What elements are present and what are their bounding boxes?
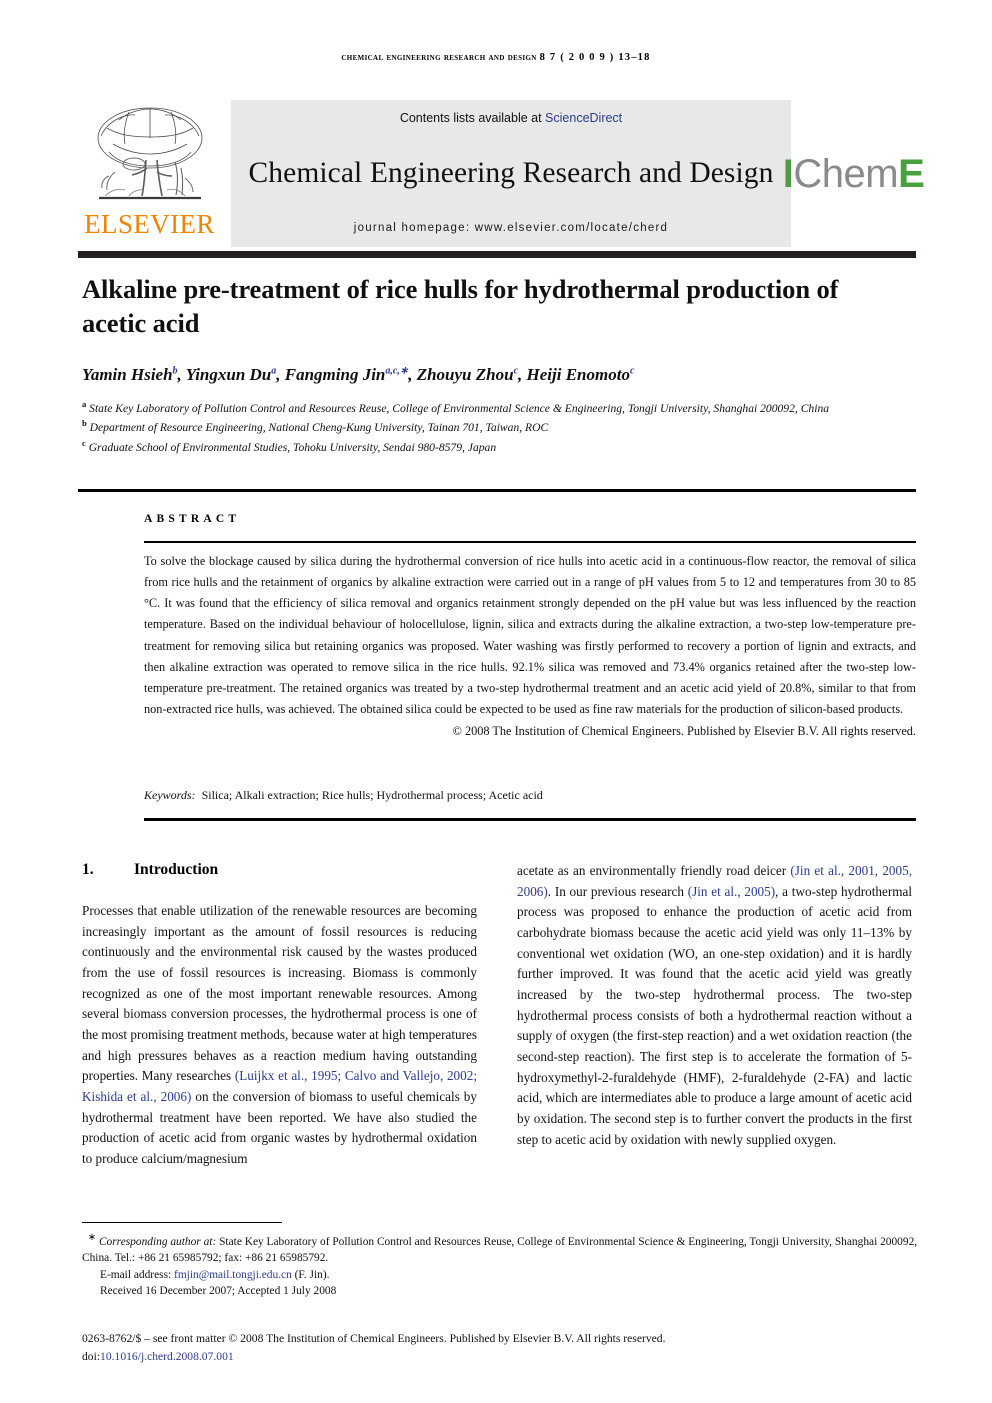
doi-prefix: doi:: [82, 1349, 101, 1363]
email-link[interactable]: fmjin@mail.tongji.edu.cn: [174, 1269, 292, 1281]
author-affil-mark: a,c,∗: [385, 365, 409, 377]
affiliation-text: Graduate School of Environmental Studies…: [88, 440, 497, 454]
author-name: Yamin Hsieh: [82, 365, 173, 384]
icheme-logo-i: I: [782, 151, 794, 196]
masthead-divider-rule: [78, 251, 916, 258]
affiliation-item: c Graduate School of Environmental Studi…: [82, 437, 902, 456]
citation-link[interactable]: (Jin et al., 2005): [688, 884, 775, 899]
affiliation-list: a State Key Laboratory of Pollution Cont…: [82, 398, 902, 456]
elsevier-logo[interactable]: ELSEVIER: [78, 100, 221, 247]
intro-paragraph-right: acetate as an environmentally friendly r…: [517, 861, 912, 1150]
author-item: Fangming Jina,c,∗,: [285, 365, 417, 384]
author-item: Zhouyu Zhouc,: [417, 365, 527, 384]
icheme-logo[interactable]: I Chem E: [783, 100, 925, 247]
article-page: Chemical Engineering Research and Design…: [0, 0, 992, 1403]
footnote-rule: [82, 1222, 282, 1223]
keywords: Keywords: Silica; Alkali extraction; Ric…: [144, 788, 916, 803]
author-separator: ,: [177, 365, 186, 384]
footnote-dates: Received 16 December 2007; Accepted 1 Ju…: [100, 1285, 337, 1298]
journal-masthead: ELSEVIER Contents lists available at Sci…: [78, 100, 925, 247]
author-separator: ,: [408, 365, 417, 384]
doi-link[interactable]: 10.1016/j.cherd.2008.07.001: [100, 1350, 234, 1363]
author-affil-mark: c: [629, 365, 635, 377]
abstract-label-rule: [144, 541, 916, 543]
abstract-top-rule: [78, 489, 916, 492]
icheme-logo-chem: Chem: [793, 151, 899, 196]
column-right: acetate as an environmentally friendly r…: [517, 861, 912, 1170]
intro-text-5: , a two-step hydrothermal process was pr…: [517, 883, 912, 1147]
author-separator: ,: [518, 365, 527, 384]
keywords-list: Silica; Alkali extraction; Rice hulls; H…: [201, 788, 543, 802]
issn-copyright-line: 0263-8762/$ – see front matter © 2008 Th…: [82, 1332, 666, 1345]
affiliation-mark: a: [82, 399, 87, 409]
footnote-block: ∗ Corresponding author at: State Key Lab…: [82, 1231, 920, 1300]
journal-header-box: Contents lists available at ScienceDirec…: [231, 100, 791, 247]
author-list: Yamin Hsiehb, Yingxun Dua, Fangming Jina…: [82, 365, 912, 385]
contents-available-line: Contents lists available at ScienceDirec…: [400, 111, 622, 125]
author-item: Yingxun Dua,: [186, 365, 285, 384]
affiliation-text: State Key Laboratory of Pollution Contro…: [89, 401, 830, 415]
body-columns: 1. Introduction Processes that enable ut…: [82, 861, 912, 1170]
doi-line: doi:10.1016/j.cherd.2008.07.001: [82, 1348, 920, 1366]
affiliation-item: a State Key Laboratory of Pollution Cont…: [82, 398, 902, 417]
running-head-volume: 8 7 ( 2 0 0 9 ) 13–18: [539, 52, 651, 63]
affiliation-text: Department of Resource Engineering, Nati…: [89, 421, 549, 435]
author-name: Heiji Enomoto: [526, 365, 630, 384]
column-left: 1. Introduction Processes that enable ut…: [82, 861, 477, 1170]
footnote-email: E-mail address: fmjin@mail.tongji.edu.cn…: [82, 1267, 920, 1284]
footer-issn-block: 0263-8762/$ – see front matter © 2008 Th…: [82, 1330, 920, 1366]
abstract-body: To solve the blockage caused by silica d…: [144, 551, 916, 742]
affiliation-mark: c: [82, 437, 86, 448]
elsevier-tree-icon: [97, 107, 202, 200]
intro-paragraph-left: Processes that enable utilization of the…: [82, 901, 477, 1170]
elsevier-wordmark: ELSEVIER: [84, 209, 215, 239]
running-head: Chemical Engineering Research and Design…: [0, 52, 992, 63]
email-suffix: (F. Jin).: [291, 1268, 330, 1281]
author-item: Heiji Enomotoc: [527, 365, 635, 384]
abstract-copyright: © 2008 The Institution of Chemical Engin…: [452, 724, 916, 739]
icheme-logo-e: E: [898, 151, 925, 196]
abstract-label: ABSTRACT: [144, 513, 241, 525]
author-separator: ,: [276, 365, 285, 384]
intro-text-3: acetate as an environmentally friendly r…: [517, 863, 791, 878]
email-label: E-mail address:: [100, 1268, 172, 1281]
contents-prefix: Contents lists available at: [399, 111, 546, 125]
section-heading-introduction: 1. Introduction: [82, 861, 477, 879]
sciencedirect-link[interactable]: ScienceDirect: [545, 111, 622, 125]
corresponding-author-star: ∗: [87, 1232, 97, 1243]
section-title: Introduction: [134, 861, 219, 878]
affiliation-mark: b: [82, 418, 87, 429]
affiliation-item: b Department of Resource Engineering, Na…: [82, 417, 902, 436]
author-item: Yamin Hsiehb,: [82, 365, 186, 384]
running-head-journal: Chemical Engineering Research and Design: [341, 52, 537, 63]
corresponding-author-label: Corresponding author at:: [98, 1235, 217, 1248]
footnote-corresponding-author: ∗ Corresponding author at: State Key Lab…: [82, 1231, 920, 1267]
author-name: Yingxun Du: [185, 365, 272, 384]
journal-title: Chemical Engineering Research and Design: [248, 157, 774, 189]
intro-text-1: Processes that enable utilization of the…: [82, 903, 477, 1084]
journal-homepage-link[interactable]: journal homepage: www.elsevier.com/locat…: [354, 222, 668, 234]
abstract-text: To solve the blockage caused by silica d…: [144, 554, 916, 716]
section-number: 1.: [82, 861, 94, 878]
keywords-label: Keywords:: [144, 788, 196, 802]
page-title: Alkaline pre-treatment of rice hulls for…: [82, 274, 839, 339]
abstract-bottom-rule: [144, 818, 916, 821]
author-name: Fangming Jin: [284, 365, 386, 384]
intro-text-4: . In our previous research: [547, 883, 688, 899]
author-name: Zhouyu Zhou: [416, 365, 514, 384]
